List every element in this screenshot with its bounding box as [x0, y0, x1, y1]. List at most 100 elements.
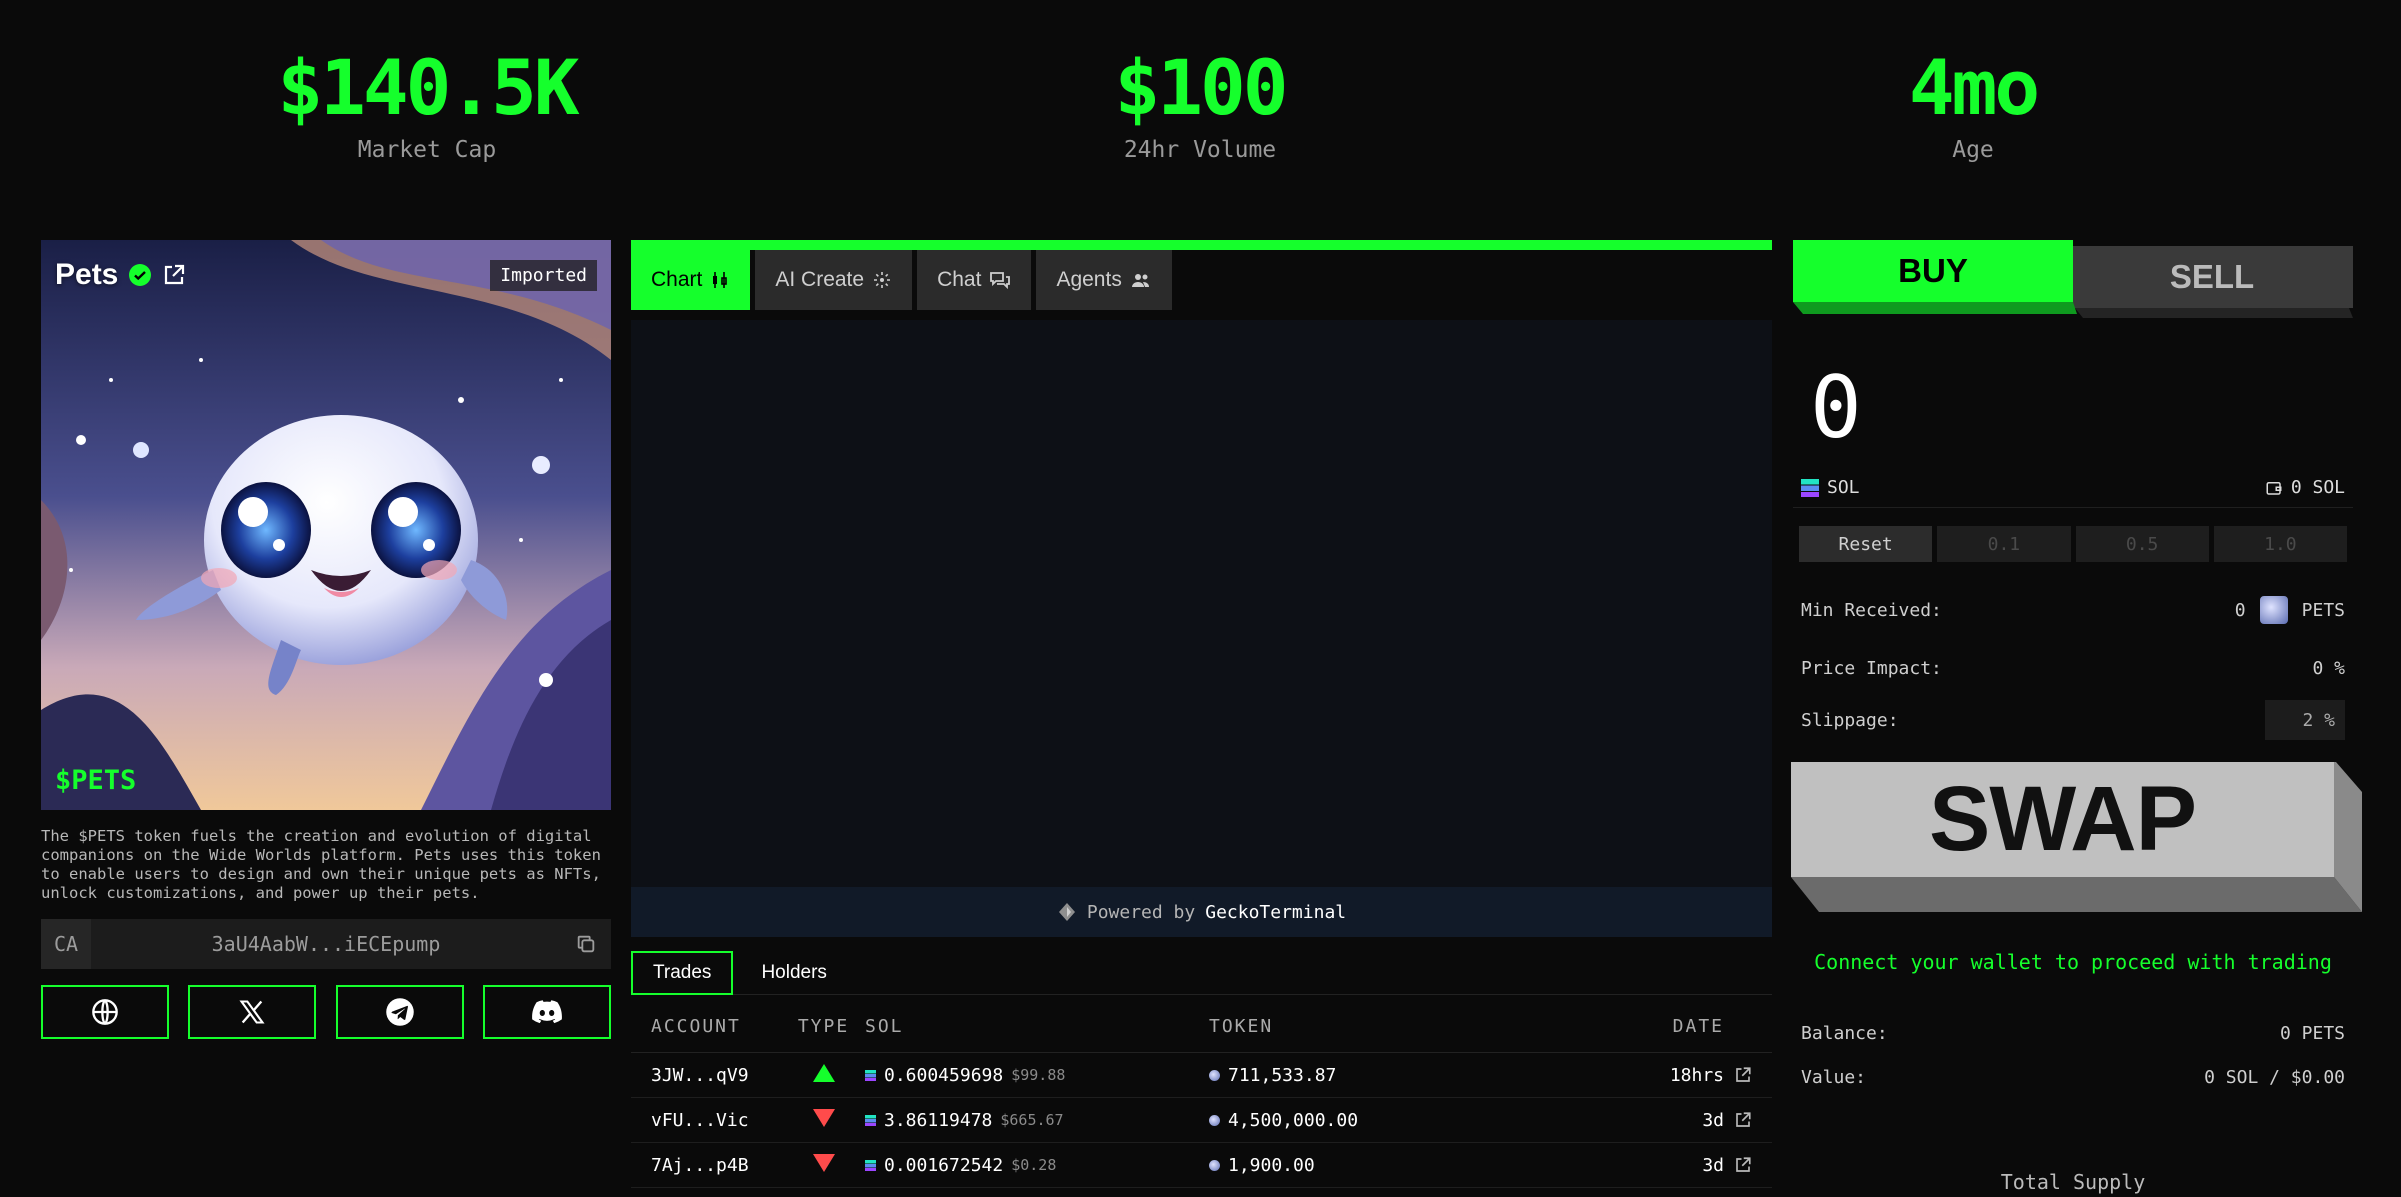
balance-value: 0 PETS [2279, 1022, 2345, 1044]
swap-button-wrap: SWAP [1791, 762, 2362, 912]
row-token: 4,500,000.00 [1209, 1110, 1629, 1131]
people-icon [1131, 274, 1149, 287]
token-icon [1209, 1114, 1220, 1126]
chart-panel: Chart AI Create Chat Agents Powered by G… [631, 240, 1772, 1188]
twitter-button[interactable] [188, 985, 317, 1039]
row-sol-usd: $665.67 [1000, 1111, 1064, 1129]
chat-icon [990, 272, 1011, 290]
globe-icon [92, 999, 118, 1025]
buy-button[interactable]: BUY [1793, 240, 2073, 302]
buy-arrow-icon [782, 1063, 865, 1087]
row-token-amount: 4,500,000.00 [1228, 1109, 1359, 1131]
table-row: 7Aj...p4B 0.001672542 $0.28 1,900.00 3d [631, 1143, 1772, 1188]
x-icon [239, 1000, 265, 1024]
sell-button[interactable]: SELL [2071, 246, 2353, 308]
buy-sell-toggle: SELL BUY [1793, 240, 2353, 320]
row-sol: 3.86119478 $665.67 [865, 1110, 1209, 1131]
external-link-icon[interactable] [162, 263, 186, 287]
connect-wallet-message: Connect your wallet to proceed with trad… [1814, 950, 2332, 974]
preset-1-0-button[interactable]: 1.0 [2213, 526, 2347, 562]
external-link-icon [1736, 1157, 1751, 1172]
token-icon [1209, 1159, 1220, 1171]
tab-holders[interactable]: Holders [741, 951, 846, 995]
row-token-amount: 711,533.87 [1228, 1064, 1337, 1086]
sol-icon [1801, 478, 1819, 497]
preset-0-1-button[interactable]: 0.1 [1937, 526, 2071, 562]
slippage-row: Slippage: 2 % [1793, 700, 2353, 740]
row-account[interactable]: vFU...Vic [631, 1110, 782, 1131]
row-date: 18hrs [1669, 1064, 1724, 1086]
min-received-row: Min Received: 0 PETS [1793, 590, 2353, 630]
external-link-icon [1736, 1067, 1751, 1082]
external-link-icon [1736, 1112, 1751, 1127]
row-link-button[interactable] [1724, 1111, 1772, 1129]
trades-table-header: ACCOUNT TYPE SOL TOKEN DATE [631, 1001, 1772, 1053]
geckoterminal-icon [1058, 903, 1075, 921]
token-ticker: $PETS [55, 765, 137, 796]
value-label: Value: [1801, 1066, 1867, 1088]
header-sol: SOL [865, 1016, 904, 1037]
reset-button[interactable]: Reset [1799, 526, 1933, 562]
copy-icon [577, 935, 595, 953]
sol-icon [865, 1114, 876, 1126]
discord-icon [532, 1000, 562, 1024]
tab-agents[interactable]: Agents [1036, 250, 1172, 310]
wallet-balance-value: 0 SOL [2290, 477, 2345, 498]
row-link-button[interactable] [1724, 1156, 1772, 1174]
row-token: 1,900.00 [1209, 1155, 1629, 1176]
price-chart[interactable] [631, 320, 1772, 887]
row-sol-usd: $99.88 [1011, 1066, 1066, 1084]
pet-illustration [41, 240, 611, 810]
row-token: 711,533.87 [1209, 1065, 1629, 1086]
market-cap-label: Market Cap [357, 137, 497, 163]
row-link-button[interactable] [1724, 1066, 1772, 1084]
row-sol: 0.600459698 $99.88 [865, 1065, 1209, 1086]
currency-selector[interactable]: SOL [1801, 477, 1860, 498]
powered-brand: GeckoTerminal [1205, 901, 1347, 923]
website-button[interactable] [41, 985, 169, 1039]
age-value: 4mo [1908, 43, 2040, 132]
header-date: DATE [1672, 1016, 1724, 1037]
trade-panel: SELL BUY 0 SOL 0 SOL Reset 0.1 0.5 1.0 M… [1791, 240, 2362, 1194]
telegram-button[interactable] [335, 985, 464, 1039]
row-account[interactable]: 3JW...qV9 [631, 1065, 782, 1086]
row-account[interactable]: 7Aj...p4B [631, 1155, 782, 1176]
min-received-token: PETS [2301, 599, 2345, 621]
tab-trades[interactable]: Trades [631, 951, 734, 995]
table-row: vFU...Vic 3.86119478 $665.67 4,500,000.00… [631, 1098, 1772, 1143]
amount-input[interactable]: 0 [1793, 358, 2353, 468]
wallet-icon [2266, 481, 2282, 495]
price-impact-value: 0 % [2312, 657, 2345, 679]
swap-button[interactable]: SWAP [1791, 762, 2334, 877]
row-sol-usd: $0.28 [1011, 1156, 1057, 1174]
header-type: TYPE [797, 1016, 850, 1037]
tab-chart[interactable]: Chart [631, 250, 751, 310]
sell-arrow-icon [782, 1108, 865, 1132]
age-label: Age [1952, 137, 1994, 163]
sparkle-icon [874, 272, 891, 288]
volume-value: $100 [1114, 43, 1288, 132]
powered-by-bar[interactable]: Powered by GeckoTerminal [631, 887, 1772, 937]
row-token-amount: 1,900.00 [1228, 1154, 1315, 1176]
slippage-label: Slippage: [1801, 709, 1899, 731]
slippage-input[interactable]: 2 % [2265, 700, 2345, 740]
preset-0-5-button[interactable]: 0.5 [2075, 526, 2209, 562]
discord-button[interactable] [482, 985, 611, 1039]
ca-label: CA [41, 919, 91, 969]
token-name-row: Pets [55, 258, 186, 292]
tab-chat[interactable]: Chat [917, 250, 1032, 310]
token-icon [1209, 1069, 1220, 1081]
token-info-panel: Pets Imported $PETS The $PETS token fuel… [41, 240, 611, 1039]
row-sol: 0.001672542 $0.28 [865, 1155, 1209, 1176]
copy-button[interactable] [561, 933, 611, 955]
header-token: TOKEN [1209, 1016, 1274, 1037]
candlestick-icon [713, 272, 728, 288]
market-cap-stat: $140.5K Market Cap [177, 40, 677, 163]
chart-tabs: Chart AI Create Chat Agents [631, 250, 1772, 310]
token-description: The $PETS token fuels the creation and e… [41, 827, 601, 902]
tab-ai-create[interactable]: AI Create [755, 250, 913, 310]
ca-address: 3aU4AabW...iECEpump [211, 932, 441, 956]
volume-label: 24hr Volume [1123, 137, 1277, 163]
min-received-label: Min Received: [1801, 599, 1942, 621]
sol-icon [865, 1069, 876, 1081]
